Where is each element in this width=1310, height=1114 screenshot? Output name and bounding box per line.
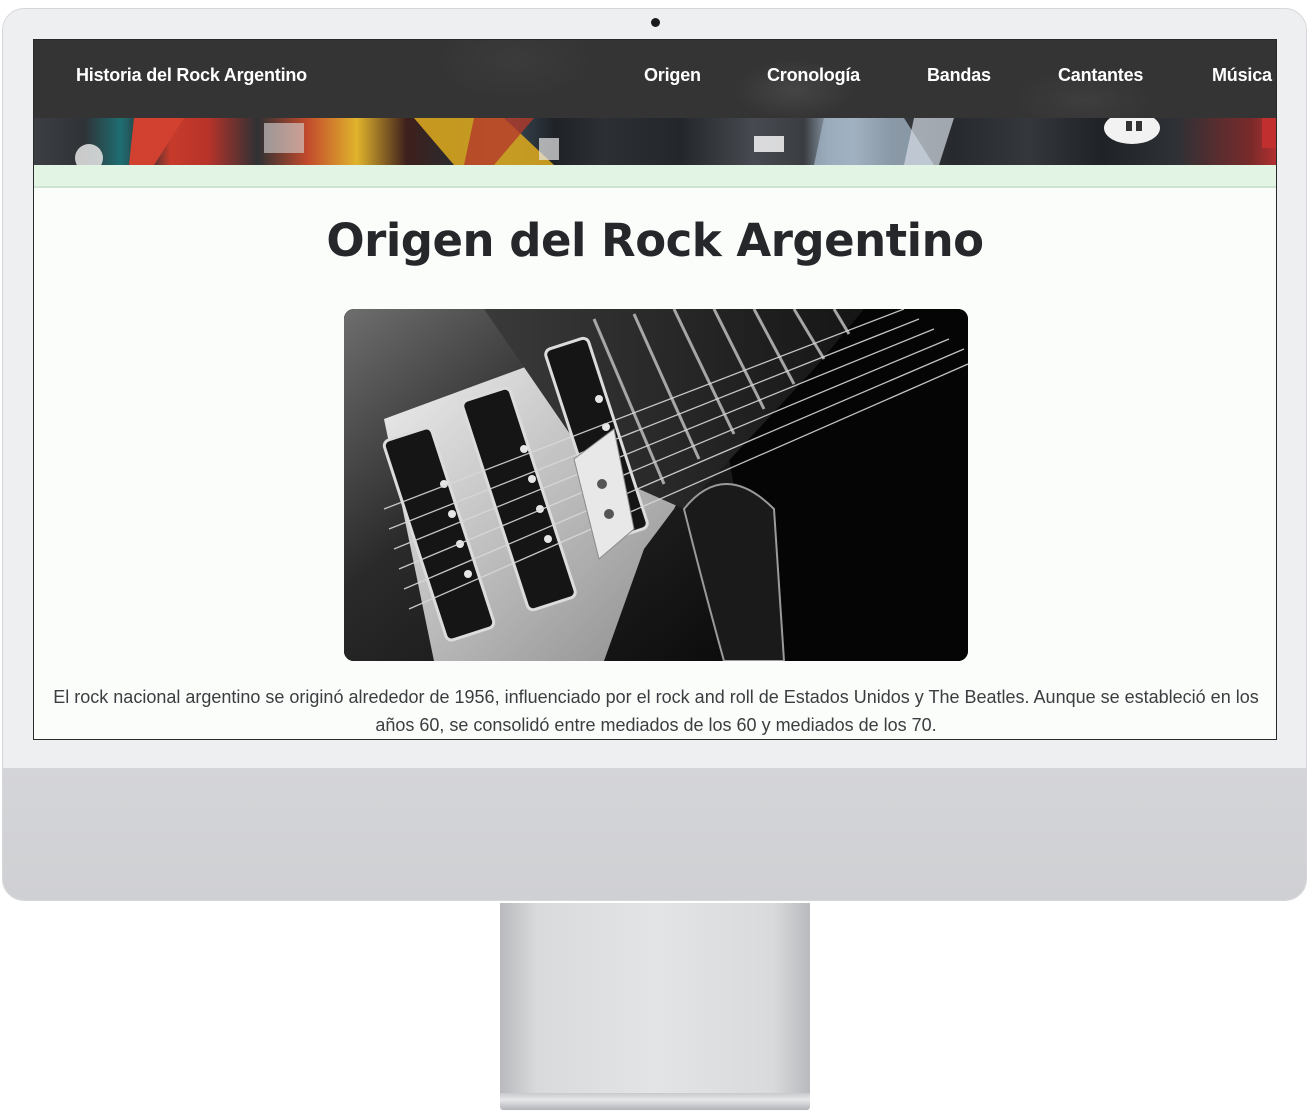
monitor-stand-base <box>500 1093 810 1110</box>
nav-link-cantantes[interactable]: Cantantes <box>1058 65 1143 86</box>
camera-icon <box>651 18 660 27</box>
nav-link-musica[interactable]: Música <box>1212 65 1272 86</box>
accent-strip <box>34 165 1276 188</box>
nav-link-bandas[interactable]: Bandas <box>927 65 991 86</box>
nav-link-origen[interactable]: Origen <box>644 65 701 86</box>
nav-link-cronologia[interactable]: Cronología <box>767 65 860 86</box>
guitar-illustration <box>344 309 968 661</box>
intro-paragraph: El rock nacional argentino se originó al… <box>53 687 1259 735</box>
header-banner-image <box>34 118 1276 165</box>
banner-collage <box>75 118 1276 165</box>
monitor-stand <box>500 903 810 1093</box>
guitar-photo <box>344 309 968 661</box>
monitor-chin <box>3 768 1306 900</box>
page-title: Origen del Rock Argentino <box>326 214 984 267</box>
browser-viewport: Historia del Rock Argentino Origen Crono… <box>33 39 1277 740</box>
navbar: Historia del Rock Argentino Origen Crono… <box>34 40 1276 118</box>
brand-link[interactable]: Historia del Rock Argentino <box>76 65 307 86</box>
